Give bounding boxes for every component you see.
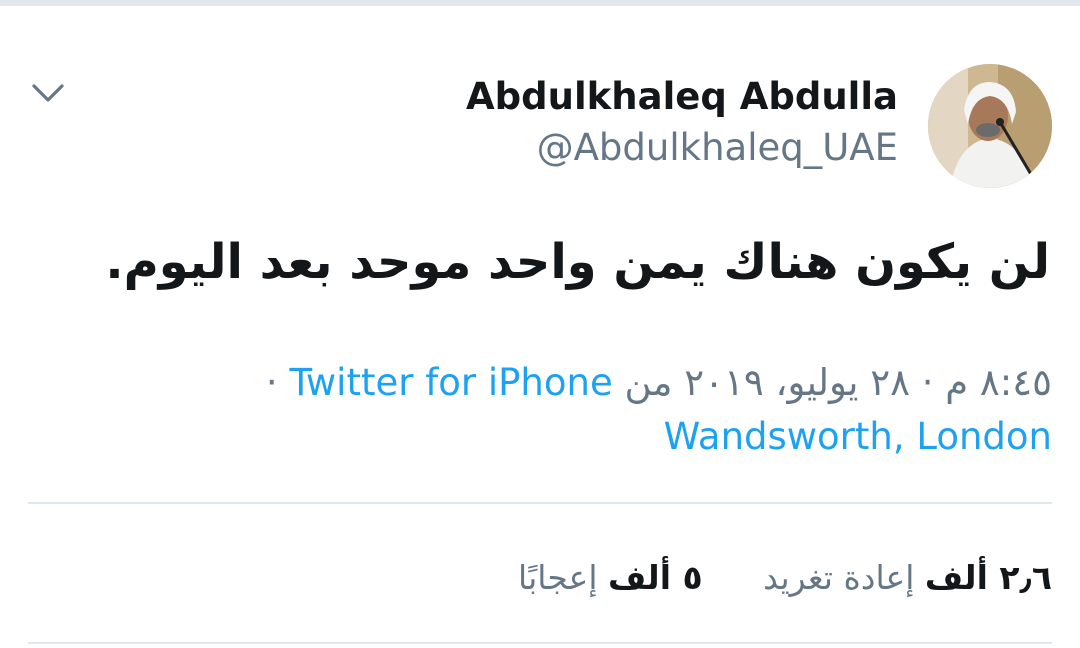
author-display-name[interactable]: Abdulkhaleq Abdulla: [466, 72, 898, 122]
tweet-meta: ٨:٤٥ م · ٢٨ يوليو، ٢٠١٩ من Twitter for i…: [52, 356, 1052, 464]
tweet-text: لن يكون هناك يمن واحد موحد بعد اليوم.: [105, 234, 1050, 290]
likes-count: ٥ ألف: [608, 558, 703, 597]
tweet-stats: ٢٫٦ ألف إعادة تغريد ٥ ألف إعجابًا: [518, 558, 1052, 597]
retweets-count: ٢٫٦ ألف: [924, 558, 1052, 597]
tweet-card: Abdulkhaleq Abdulla @Abdulkhaleq_UAE لن …: [0, 6, 1080, 648]
stats-top-divider: [28, 502, 1052, 504]
avatar[interactable]: [928, 64, 1052, 188]
retweets-label: إعادة تغريد: [763, 558, 915, 597]
tweet-location-link[interactable]: Wandsworth, London: [664, 415, 1052, 458]
likes-stat[interactable]: ٥ ألف إعجابًا: [518, 558, 703, 597]
stats-bottom-divider: [28, 642, 1052, 644]
author-names[interactable]: Abdulkhaleq Abdulla @Abdulkhaleq_UAE: [466, 72, 898, 174]
meta-separator: ·: [265, 361, 278, 404]
tweet-timestamp[interactable]: ٨:٤٥ م · ٢٨ يوليو، ٢٠١٩: [684, 361, 1052, 404]
chevron-down-icon[interactable]: [30, 80, 66, 108]
retweets-stat[interactable]: ٢٫٦ ألف إعادة تغريد: [763, 558, 1052, 597]
likes-label: إعجابًا: [518, 558, 598, 597]
from-label: من: [624, 361, 673, 404]
tweet-source-link[interactable]: Twitter for iPhone: [289, 361, 612, 404]
author-handle[interactable]: @Abdulkhaleq_UAE: [466, 122, 898, 174]
